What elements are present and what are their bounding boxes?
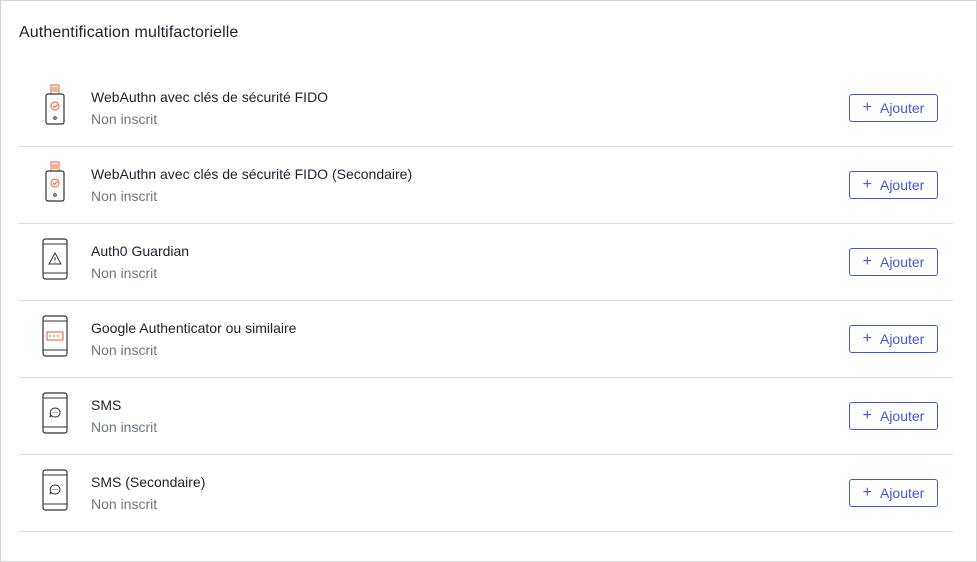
factor-status: Non inscrit: [91, 188, 158, 204]
add-button-label: Ajouter: [879, 177, 925, 193]
add-button-label: Ajouter: [879, 331, 925, 347]
factor-row-sms: SMS Non inscrit + Ajouter: [19, 378, 953, 455]
add-button-label: Ajouter: [879, 485, 925, 501]
phone-sms-icon: [41, 390, 69, 436]
plus-icon: +: [862, 253, 872, 270]
add-button-label: Ajouter: [879, 254, 925, 270]
factor-name: SMS: [91, 397, 122, 413]
phone-warning-icon: [41, 236, 69, 282]
plus-icon: +: [862, 176, 872, 193]
add-button-label: Ajouter: [879, 408, 925, 424]
plus-icon: +: [862, 330, 872, 347]
mfa-panel: Authentification multifactorielle WebAut…: [0, 0, 977, 562]
phone-sms-icon: [41, 467, 69, 513]
section-title: Authentification multifactorielle: [19, 24, 239, 41]
factor-name: Auth0 Guardian: [91, 243, 190, 259]
add-sms-button[interactable]: + Ajouter: [849, 402, 938, 430]
factor-status: Non inscrit: [91, 111, 158, 127]
factor-row-google-authenticator: Google Authenticator ou similaire Non in…: [19, 301, 953, 378]
factor-row-webauthn-secondary: WebAuthn avec clés de sécurité FIDO (Sec…: [19, 147, 953, 224]
add-sms-secondary-button[interactable]: + Ajouter: [849, 479, 938, 507]
factor-status: Non inscrit: [91, 419, 158, 435]
plus-icon: +: [862, 407, 872, 424]
factor-name: WebAuthn avec clés de sécurité FIDO (Sec…: [91, 166, 413, 182]
plus-icon: +: [862, 99, 872, 116]
add-webauthn-secondary-button[interactable]: + Ajouter: [849, 171, 938, 199]
add-google-authenticator-button[interactable]: + Ajouter: [849, 325, 938, 353]
factor-name: SMS (Secondaire): [91, 474, 206, 490]
add-guardian-button[interactable]: + Ajouter: [849, 248, 938, 276]
security-key-icon: [41, 82, 69, 128]
factor-row-webauthn: WebAuthn avec clés de sécurité FIDO Non …: [19, 70, 953, 147]
security-key-icon: [41, 159, 69, 205]
factor-list: WebAuthn avec clés de sécurité FIDO Non …: [19, 70, 953, 532]
factor-row-guardian: Auth0 Guardian Non inscrit + Ajouter: [19, 224, 953, 301]
plus-icon: +: [862, 484, 872, 501]
factor-row-sms-secondary: SMS (Secondaire) Non inscrit + Ajouter: [19, 455, 953, 532]
factor-name: Google Authenticator ou similaire: [91, 320, 297, 336]
factor-status: Non inscrit: [91, 496, 158, 512]
add-button-label: Ajouter: [879, 100, 925, 116]
factor-name: WebAuthn avec clés de sécurité FIDO: [91, 89, 329, 105]
factor-status: Non inscrit: [91, 265, 158, 281]
add-webauthn-button[interactable]: + Ajouter: [849, 94, 938, 122]
phone-code-icon: [41, 313, 69, 359]
factor-status: Non inscrit: [91, 342, 158, 358]
